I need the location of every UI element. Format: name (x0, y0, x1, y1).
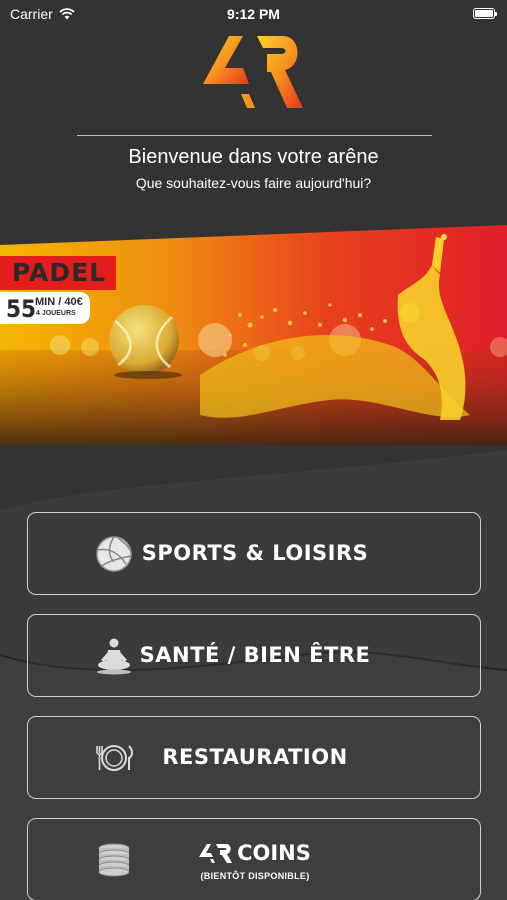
header-divider (77, 135, 432, 136)
promo-price: 55 MIN / 40€ 4 JOUEURS (0, 292, 90, 324)
coins-title: COINS (199, 841, 311, 865)
sports-loisirs-button[interactable]: SPORTS & LOISIRS (27, 512, 481, 595)
padel-promo-banner[interactable]: PADEL 55 MIN / 40€ 4 JOUEURS (0, 225, 507, 445)
promo-price-text: MIN / 40€ (35, 296, 83, 308)
coins-label: COINS (237, 841, 311, 865)
status-time: 9:12 PM (227, 6, 280, 22)
sante-bien-etre-button[interactable]: SANTÉ / BIEN ÊTRE (27, 614, 481, 697)
promo-players: 4 JOUEURS (36, 310, 76, 317)
promo-tag: PADEL (0, 256, 116, 290)
ar-logo (203, 36, 303, 108)
status-bar: Carrier 9:12 PM (0, 0, 507, 28)
welcome-title: Bienvenue dans votre arêne (128, 146, 379, 168)
restauration-button[interactable]: RESTAURATION (27, 716, 481, 799)
sante-bien-etre-label: SANTÉ / BIEN ÊTRE (139, 643, 371, 667)
coins-availability: (BIENTÔT DISPONIBLE) (200, 871, 310, 881)
sports-loisirs-label: SPORTS & LOISIRS (141, 541, 369, 565)
welcome-subtitle: Que souhaitez-vous faire aujourd'hui? (135, 175, 372, 191)
ar-mini-logo (199, 844, 233, 863)
restauration-label: RESTAURATION (162, 745, 348, 769)
battery-icon (473, 8, 497, 19)
coins-text-group: COINS (BIENTÔT DISPONIBLE) (28, 841, 482, 881)
promo-duration: 55 (6, 295, 37, 323)
ar-coins-button[interactable]: COINS (BIENTÔT DISPONIBLE) (27, 818, 481, 900)
